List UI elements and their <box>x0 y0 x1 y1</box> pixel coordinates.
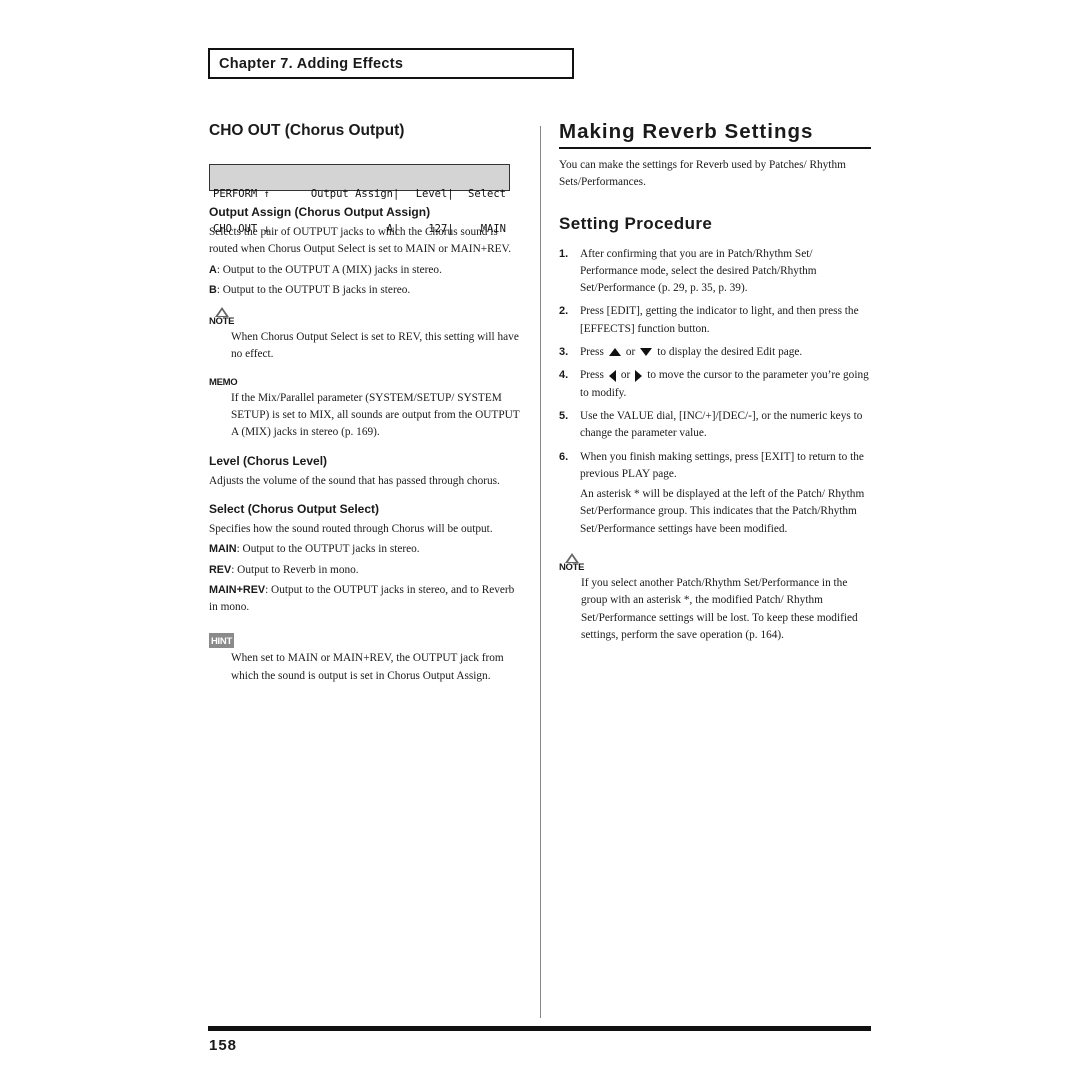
step-text: Press [EDIT], getting the indicator to l… <box>580 305 859 335</box>
hint-icon: HINT <box>209 633 234 649</box>
step-text: After confirming that you are in Patch/R… <box>580 247 817 295</box>
step-extra-text: An asterisk * will be displayed at the l… <box>580 488 865 535</box>
footer-rule <box>208 1026 871 1031</box>
step-number: 6. <box>559 450 569 463</box>
step-item: 6. When you finish making settings, pres… <box>559 449 871 538</box>
step-item: 2. Press [EDIT], getting the indicator t… <box>559 303 871 338</box>
intro-text: You can make the settings for Reverb use… <box>559 159 846 189</box>
step-number: 4. <box>559 369 569 382</box>
lcd-cell: MAIN <box>480 222 506 235</box>
option-key: REV <box>209 563 232 576</box>
step-item: 5. Use the VALUE dial, [INC/+]/[DEC/-], … <box>559 408 871 443</box>
option-item: MAIN+REV: Output to the OUTPUT jacks in … <box>209 582 521 617</box>
step-text: When you finish making settings, press [… <box>580 450 864 480</box>
note-text: If you select another Patch/Rhythm Set/P… <box>581 577 858 641</box>
option-text: : Output to the OUTPUT A (MIX) jacks in … <box>216 263 442 276</box>
chapter-header: Chapter 7. Adding Effects <box>208 48 574 79</box>
lcd-display: PERFORM ↑ Output Assign| Level| Select C… <box>209 164 510 234</box>
option-key: MAIN <box>209 543 237 556</box>
step-number: 2. <box>559 305 569 318</box>
option-item: A: Output to the OUTPUT A (MIX) jacks in… <box>209 262 521 279</box>
procedure-title: Setting Procedure <box>559 213 713 233</box>
option-key: MAIN+REV <box>209 583 266 596</box>
step-number: 1. <box>559 247 569 260</box>
up-arrow-icon <box>608 348 621 357</box>
down-arrow-icon <box>640 348 653 357</box>
param-description: Adjusts the volume of the sound that has… <box>209 474 500 487</box>
lcd-cell: A| <box>386 222 400 235</box>
option-key: A <box>209 263 217 276</box>
lcd-cell: CHO OUT ↓ <box>213 222 270 235</box>
step-text-part: or <box>625 346 636 359</box>
page-title: Making Reverb Settings <box>559 120 871 149</box>
lcd-row-1: PERFORM ↑ Output Assign| Level| Select <box>213 188 506 201</box>
step-text: Press or to display the desired Edit page. <box>580 344 802 361</box>
step-item: 4. Press or to move the cursor to the para… <box>559 367 871 402</box>
option-text: : Output to the OUTPUT jacks in stereo. <box>236 543 420 556</box>
step-text-part: or <box>620 369 631 382</box>
param-description: Specifies how the sound routed through C… <box>209 522 493 535</box>
option-item: B: Output to the OUTPUT B jacks in stere… <box>209 282 521 299</box>
note-label: NOTE <box>559 562 585 574</box>
procedure-steps: 1. After confirming that you are in Patc… <box>559 246 871 538</box>
option-item: MAIN: Output to the OUTPUT jacks in ster… <box>209 541 521 558</box>
option-text: : Output to the OUTPUT B jacks in stereo… <box>216 283 411 296</box>
step-number: 5. <box>559 409 569 422</box>
left-arrow-icon <box>608 369 616 382</box>
lcd-cell: Select <box>468 188 506 200</box>
page-number: 158 <box>209 1037 238 1054</box>
memo-text: If the Mix/Parallel parameter (SYSTEM/SE… <box>231 391 520 439</box>
note-label: NOTE <box>209 316 235 328</box>
step-item: 3. Press or to display the desired Edit pa… <box>559 344 871 361</box>
step-text: Press or to move the cursor to the paramet… <box>580 367 871 402</box>
lcd-cell: Output Assign| <box>310 188 400 200</box>
right-arrow-icon <box>635 369 643 382</box>
hint-label: HINT <box>211 636 232 648</box>
option-text: : Output to Reverb in mono. <box>231 563 359 576</box>
column-divider <box>540 126 541 1018</box>
note-icon: NOTE <box>559 553 585 574</box>
step-item: 1. After confirming that you are in Patc… <box>559 246 871 298</box>
param-heading: Level (Chorus Level) <box>209 453 328 468</box>
note-icon: NOTE <box>209 307 235 328</box>
step-text-part: to display the desired Edit page. <box>657 346 803 359</box>
option-item: REV: Output to Reverb in mono. <box>209 562 521 579</box>
right-column: Making Reverb Settings You can make the … <box>559 120 871 647</box>
step-text-part: Press <box>580 346 604 359</box>
memo-icon: MEMO <box>209 376 238 388</box>
left-column: CHO OUT (Chorus Output) PERFORM ↑ Output… <box>209 122 521 688</box>
chapter-title: Chapter 7. Adding Effects <box>219 55 404 72</box>
hint-text: When set to MAIN or MAIN+REV, the OUTPUT… <box>231 652 504 682</box>
option-key: B <box>209 283 217 296</box>
memo-label: MEMO <box>209 376 238 388</box>
lcd-cell: Level| <box>415 188 454 200</box>
lcd-row-2: CHO OUT ↓ A| 127| MAIN <box>213 222 506 236</box>
step-number: 3. <box>559 346 569 359</box>
param-heading: Select (Chorus Output Select) <box>209 501 380 516</box>
section-title: CHO OUT (Chorus Output) <box>209 122 405 139</box>
lcd-cell: PERFORM ↑ <box>213 188 270 200</box>
step-text-part: Press <box>580 369 604 382</box>
note-text: When Chorus Output Select is set to REV,… <box>231 331 519 361</box>
lcd-cell: 127| <box>428 222 454 235</box>
step-text: Use the VALUE dial, [INC/+]/[DEC/-], or … <box>580 409 863 440</box>
